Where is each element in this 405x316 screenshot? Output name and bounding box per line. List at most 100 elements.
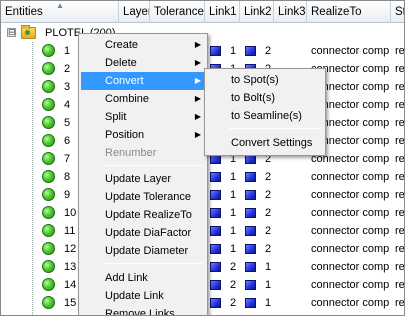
column-header-tolerance[interactable]: Tolerance: [150, 1, 205, 23]
link2-value: 1: [265, 297, 272, 309]
status-green-dot-icon: [42, 188, 55, 201]
column-header-bar: Entities ▲ Layer Tolerance Link1 Link2 L…: [1, 1, 404, 23]
column-header-label: RealizeTo: [311, 6, 362, 18]
entity-id: 13: [64, 261, 77, 273]
column-header-link3[interactable]: Link3: [274, 1, 307, 23]
status-green-dot-icon: [42, 224, 55, 237]
link1-part-icon: [210, 280, 221, 290]
realizeto-value: connector comp: [311, 261, 390, 273]
link2-value: 1: [265, 279, 272, 291]
link1-part-icon: [210, 208, 221, 218]
link1-value: 1: [230, 243, 237, 255]
submenu-arrow-icon: ▶: [194, 58, 201, 67]
link1-value: 2: [230, 261, 237, 273]
entities-grid: Entities ▲ Layer Tolerance Link1 Link2 L…: [0, 0, 405, 316]
menu-item-position[interactable]: Position ▶: [81, 126, 205, 144]
menu-item-update-tolerance[interactable]: Update Tolerance: [81, 188, 205, 206]
menu-item-convert-settings[interactable]: Convert Settings: [207, 134, 323, 152]
column-header-layer[interactable]: Layer: [119, 1, 150, 23]
collapse-toggle-icon[interactable]: ⊟: [7, 28, 16, 37]
status-green-dot-icon: [42, 242, 55, 255]
status-green-dot-icon: [42, 296, 55, 309]
link2-value: 2: [265, 171, 272, 183]
status-green-dot-icon: [42, 44, 55, 57]
entity-id: 5: [64, 117, 71, 129]
menu-item-update-diameter[interactable]: Update Diameter: [81, 242, 205, 260]
entity-id: 1: [64, 45, 71, 57]
menu-item-to-seamlines[interactable]: to Seamline(s): [207, 107, 323, 125]
st-value: re: [395, 171, 405, 183]
menu-item-update-link[interactable]: Update Link: [81, 287, 205, 305]
column-header-link2[interactable]: Link2: [240, 1, 274, 23]
entity-id: 10: [64, 207, 77, 219]
menu-item-label: Remove Links: [105, 308, 175, 316]
menu-item-to-bolts[interactable]: to Bolt(s): [207, 89, 323, 107]
link1-part-icon: [210, 244, 221, 254]
status-green-dot-icon: [42, 134, 55, 147]
submenu-arrow-icon: ▶: [194, 94, 201, 103]
menu-item-delete[interactable]: Delete ▶: [81, 54, 205, 72]
st-value: re: [395, 63, 405, 75]
entity-id: 15: [64, 297, 77, 309]
menu-item-label: Add Link: [105, 272, 148, 284]
menu-item-label: Update RealizeTo: [105, 209, 192, 221]
menu-item-split[interactable]: Split ▶: [81, 108, 205, 126]
column-header-st[interactable]: St: [391, 1, 404, 23]
status-green-dot-icon: [42, 116, 55, 129]
link1-value: 1: [230, 207, 237, 219]
menu-item-update-diafactor[interactable]: Update DiaFactor: [81, 224, 205, 242]
st-value: re: [395, 225, 405, 237]
link1-part-icon: [210, 298, 221, 308]
menu-item-renumber: Renumber: [81, 144, 205, 162]
column-header-label: Layer: [123, 6, 150, 18]
entity-id: 2: [64, 63, 71, 75]
realizeto-value: connector comp: [311, 279, 390, 291]
menu-item-combine[interactable]: Combine ▶: [81, 90, 205, 108]
link1-part-icon: [210, 190, 221, 200]
menu-item-to-spots[interactable]: to Spot(s): [207, 71, 323, 89]
st-value: re: [395, 297, 405, 309]
menu-item-convert[interactable]: Convert ▶: [81, 72, 205, 90]
link2-value: 2: [265, 45, 272, 57]
convert-submenu: to Spot(s) to Bolt(s) to Seamline(s) Con…: [204, 68, 326, 156]
realizeto-value: connector comp: [311, 225, 390, 237]
link1-value: 1: [230, 189, 237, 201]
entity-id: 11: [64, 225, 76, 237]
status-green-dot-icon: [42, 170, 55, 183]
link2-value: 2: [265, 189, 272, 201]
link2-part-icon: [245, 298, 256, 308]
link1-part-icon: [210, 172, 221, 182]
column-header-entities[interactable]: Entities ▲: [1, 1, 119, 23]
st-value: re: [395, 45, 405, 57]
realizeto-value: connector comp: [311, 45, 390, 57]
menu-item-add-link[interactable]: Add Link: [81, 269, 205, 287]
status-green-dot-icon: [42, 260, 55, 273]
menu-item-label: Update Link: [105, 290, 164, 302]
menu-item-create[interactable]: Create ▶: [81, 36, 205, 54]
column-header-link1[interactable]: Link1: [205, 1, 240, 23]
column-header-label: Link1: [209, 6, 237, 18]
menu-item-label: Update Tolerance: [105, 191, 192, 203]
status-green-dot-icon: [42, 278, 55, 291]
status-green-dot-icon: [42, 206, 55, 219]
menu-item-remove-links[interactable]: Remove Links: [81, 305, 205, 316]
st-value: re: [395, 117, 405, 129]
status-green-dot-icon: [42, 98, 55, 111]
menu-item-update-layer[interactable]: Update Layer: [81, 170, 205, 188]
link1-value: 1: [230, 45, 237, 57]
column-header-realizeto[interactable]: RealizeTo: [307, 1, 391, 23]
link1-part-icon: [210, 226, 221, 236]
st-value: re: [395, 189, 405, 201]
entity-id: 7: [64, 153, 71, 165]
entity-id: 3: [64, 81, 71, 93]
menu-item-update-realizeto[interactable]: Update RealizeTo: [81, 206, 205, 224]
link2-part-icon: [245, 208, 256, 218]
status-green-dot-icon: [42, 80, 55, 93]
column-header-label: Link2: [244, 6, 272, 18]
menu-item-label: Create: [105, 39, 139, 51]
status-green-dot-icon: [42, 152, 55, 165]
link2-part-icon: [245, 280, 256, 290]
link2-part-icon: [245, 172, 256, 182]
menu-item-label: Update Layer: [105, 173, 172, 185]
link2-value: 1: [265, 261, 272, 273]
